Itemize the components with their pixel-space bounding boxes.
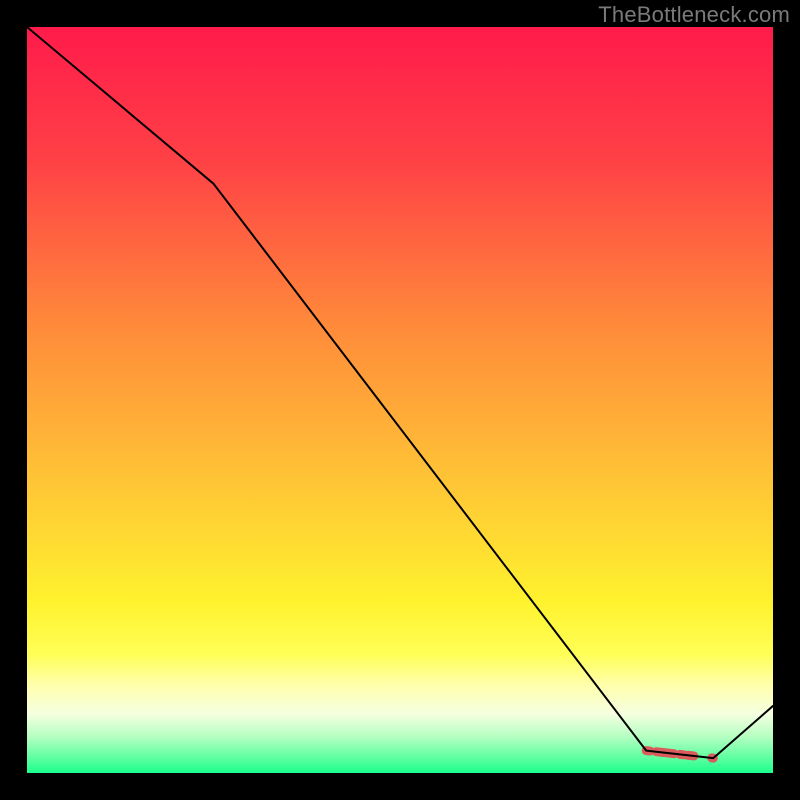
line-overlay bbox=[27, 27, 773, 773]
main-curve bbox=[27, 27, 773, 758]
watermark-text: TheBottleneck.com bbox=[598, 2, 790, 28]
outer-frame: TheBottleneck.com bbox=[0, 0, 800, 800]
plot-area bbox=[27, 27, 773, 773]
